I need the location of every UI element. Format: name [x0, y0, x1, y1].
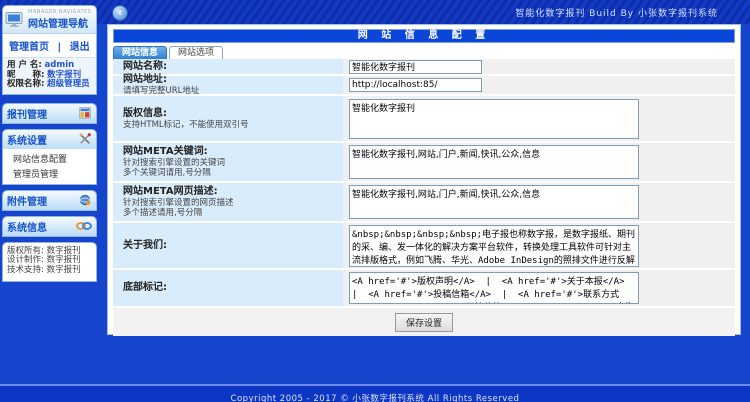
back-arrow-icon: ‹ [117, 6, 123, 19]
sidebar-item-admin-mgmt[interactable]: 管理员管理 [3, 166, 96, 181]
sidebar-item-site-config[interactable]: 网站信息配置 [3, 151, 96, 166]
nav-logout-link[interactable]: 退出 [70, 42, 90, 53]
page-footer: Copyright 2005 - 2017 © 小张数字报刊系统 All Rig… [0, 384, 750, 402]
field-label: 关于我们: [123, 239, 167, 251]
field-hint: 针对搜索引擎设置的关键词 [123, 158, 226, 168]
section-label: 报刊管理 [7, 109, 47, 121]
field-label: 版权信息: [123, 107, 167, 119]
credit-row: 技术支持: 数字报刊 [7, 264, 92, 276]
footer-markup-textarea[interactable]: <A href='#'>版权声明</A> | <A href='#'>关于本报<… [349, 272, 639, 304]
field-label: 网站META网页描述: [123, 186, 218, 197]
sidebar-section-attachment-mgmt: 附件管理 [2, 189, 97, 211]
site-config-form: 网站名称: 网站地址: 请填写完整URL地址 版权信息: 支持HTML标 [113, 59, 735, 336]
form-row-meta-keywords: 网站META关键词: 针对搜索引擎设置的关键词 多个关键词请用,号分隔 智能化数… [113, 143, 735, 183]
site-url-input[interactable] [349, 78, 482, 92]
sidebar-header-system-info[interactable]: 系统信息 [3, 216, 96, 236]
credit-label: 技术支持: [7, 264, 44, 275]
site-name-input[interactable] [349, 59, 482, 74]
about-us-textarea[interactable]: &nbsp;&nbsp;&nbsp;&nbsp;电子报也称数字报，是数字报纸、期… [349, 224, 639, 267]
sidebar-section-system-info: 系统信息 [2, 215, 97, 237]
sidebar-credits-box: 版权所有: 数字报刊 设计制作: 数字报刊 技术支持: 数字报刊 [2, 241, 97, 282]
tab-site-info[interactable]: 网站信息 [113, 46, 168, 59]
sidebar-section-system-settings: 系统设置 网站信息配置 管理员管理 [2, 128, 97, 185]
field-label: 网站名称: [123, 60, 167, 72]
nav-home-link[interactable]: 管理首页 [9, 42, 49, 53]
credit-value: 数字报刊 [46, 245, 81, 256]
credit-value: 数字报刊 [46, 255, 81, 265]
sidebar: MANAGER NAVIGATES 网站管理导航 管理首页 | 退出 用 户 名… [2, 5, 97, 287]
field-hint: 多个描述请用,号分隔 [123, 208, 203, 218]
sidebar-header-paper-mgmt[interactable]: 报刊管理 [3, 103, 96, 123]
field-hint: 支持HTML标记，不能使用双引号 [123, 119, 249, 130]
field-hint: 多个关键词请用,号分隔 [123, 168, 211, 178]
back-button[interactable]: ‹ [112, 5, 128, 21]
logo-title: 网站管理导航 [28, 19, 88, 30]
user-info-box: 用 户 名: admin 昵 称: 数字报刊 权限名称: 超级管理员 [3, 58, 96, 94]
user-nick-value: 数字报刊 [47, 69, 82, 80]
user-name-label: 用 户 名: [7, 60, 42, 70]
content-panel: 网 站 信 息 配 置 网站信息 网站选项 网站名称: 网站地址: 请填写完整U… [107, 24, 741, 336]
newspaper-window-icon [79, 107, 91, 119]
form-row-copyright: 版权信息: 支持HTML标记，不能使用双引号 智能化数字报刊 [113, 96, 735, 143]
section-label: 附件管理 [7, 196, 47, 208]
form-row-footer-markup: 底部标记: <A href='#'>版权声明</A> | <A href='#'… [113, 270, 735, 308]
user-role-row: 权限名称: 超级管理员 [7, 79, 92, 90]
field-label: 网站META关键词: [123, 146, 208, 157]
globe-icon [79, 194, 91, 206]
sidebar-nav-row: 管理首页 | 退出 [3, 34, 96, 58]
sidebar-section-paper-mgmt: 报刊管理 [2, 102, 97, 124]
form-row-site-url: 网站地址: 请填写完整URL地址 [113, 74, 735, 96]
button-row: 保存设置 [113, 308, 735, 336]
admin-page: 智能化数字报刊 Build By 小张数字报刊系统 ‹ MANAGER NAVI… [0, 0, 750, 402]
user-role-value: 超级管理员 [47, 79, 90, 89]
field-hint: 请填写完整URL地址 [123, 86, 200, 96]
tab-bar: 网站信息 网站选项 [113, 46, 224, 59]
chain-links-icon [76, 222, 92, 230]
sidebar-header-system-settings[interactable]: 系统设置 [3, 129, 96, 149]
nav-separator: | [57, 42, 62, 53]
field-label: 底部标记: [123, 282, 167, 293]
build-info-text: 智能化数字报刊 Build By 小张数字报刊系统 [515, 9, 718, 19]
meta-description-textarea[interactable]: 智能化数字报刊,网站,门户,新闻,快讯,公众,信息 [349, 185, 639, 219]
monitor-icon [5, 11, 23, 27]
save-button[interactable]: 保存设置 [394, 312, 453, 332]
user-nick-label: 昵 称: [7, 69, 45, 80]
credit-label: 版权所有: [7, 245, 44, 256]
credit-label: 设计制作: [7, 255, 44, 265]
field-hint: 针对搜索引擎设置的网页描述 [123, 198, 234, 208]
user-name-value: admin [44, 60, 75, 70]
sidebar-header-panel: MANAGER NAVIGATES 网站管理导航 管理首页 | 退出 用 户 名… [2, 5, 97, 95]
sidebar-header-attachment-mgmt[interactable]: 附件管理 [3, 190, 96, 210]
section-label: 系统设置 [7, 135, 47, 147]
meta-keywords-textarea[interactable]: 智能化数字报刊,网站,门户,新闻,快讯,公众,信息 [349, 145, 639, 179]
tab-site-options[interactable]: 网站选项 [169, 46, 224, 59]
copyright-text: Copyright 2005 - 2017 © 小张数字报刊系统 All Rig… [230, 394, 520, 402]
tools-icon [79, 133, 91, 144]
sidebar-items: 网站信息配置 管理员管理 [3, 148, 96, 184]
page-title: 网 站 信 息 配 置 [113, 29, 735, 43]
section-label: 系统信息 [7, 222, 47, 234]
field-label: 网站地址: [123, 74, 167, 85]
copyright-textarea[interactable]: 智能化数字报刊 [349, 98, 639, 139]
form-row-about-us: 关于我们: &nbsp;&nbsp;&nbsp;&nbsp;电子报也称数字报，是… [113, 223, 735, 270]
user-role-label: 权限名称: [7, 79, 45, 89]
sidebar-logo: MANAGER NAVIGATES 网站管理导航 [3, 6, 96, 34]
credit-value: 数字报刊 [46, 264, 81, 275]
form-row-meta-description: 网站META网页描述: 针对搜索引擎设置的网页描述 多个描述请用,号分隔 智能化… [113, 183, 735, 223]
